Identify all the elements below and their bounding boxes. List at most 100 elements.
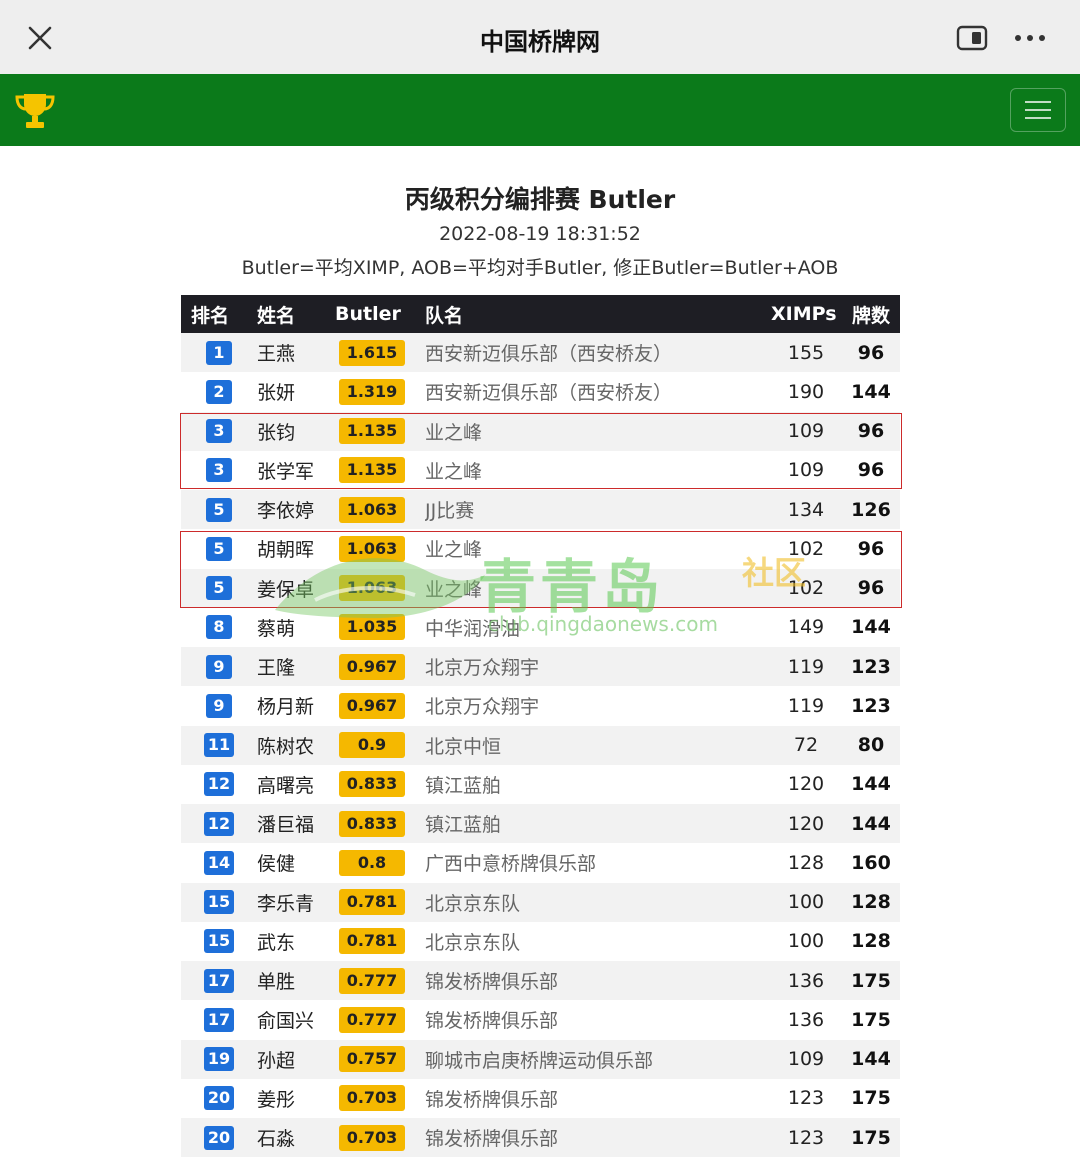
table-row[interactable]: 17 单胜 0.777 锦发桥牌俱乐部 136 175 0.1 [181,961,900,1001]
header-team[interactable]: 队名 [425,295,771,333]
table-row[interactable]: 1 王燕 1.615 西安新迈俱乐部（西安桥友） 155 96 -0. [181,333,900,373]
player-name[interactable]: 孙超 [257,1040,329,1079]
team-name[interactable]: 聊城市启庚桥牌运动俱乐部 [425,1040,771,1079]
player-name[interactable]: 张学军 [257,451,329,490]
player-name[interactable]: 高曙亮 [257,765,329,804]
rank-cell: 12 [181,765,257,804]
team-name[interactable]: 业之峰 [425,412,771,451]
header-boards[interactable]: 牌数 [841,295,900,333]
team-name[interactable]: 北京京东队 [425,922,771,961]
table-row[interactable]: 14 侯健 0.8 广西中意桥牌俱乐部 128 160 -0. [181,843,900,883]
player-name[interactable]: 石淼 [257,1118,329,1157]
ximps-value: 72 [793,734,819,757]
table-row[interactable]: 15 武东 0.781 北京京东队 100 128 -0. [181,921,900,961]
team-name[interactable]: 北京万众翔宇 [425,686,771,725]
table-row[interactable]: 20 石淼 0.703 锦发桥牌俱乐部 123 175 -( [181,1118,900,1158]
boards-value: 175 [851,1126,891,1149]
butler-score-badge: 0.9 [339,732,405,759]
player-name[interactable]: 侯健 [257,843,329,882]
menu-toggle-button[interactable] [1010,88,1066,132]
player-name[interactable]: 王燕 [257,333,329,372]
header-rank[interactable]: 排名 [181,295,257,333]
player-name[interactable]: 姜彤 [257,1079,329,1118]
player-name[interactable]: 李依婷 [257,490,329,529]
butler-cell: 0.967 [329,686,425,725]
rank-cell: 1 [181,333,257,372]
player-name[interactable]: 蔡萌 [257,608,329,647]
table-row[interactable]: 12 高曙亮 0.833 镇江蓝舶 120 144 -( [181,764,900,804]
team-name[interactable]: 北京万众翔宇 [425,647,771,686]
table-row[interactable]: 2 张妍 1.319 西安新迈俱乐部（西安桥友） 190 144 0.( [181,372,900,412]
team-name[interactable]: 业之峰 [425,451,771,490]
table-row[interactable]: 20 姜彤 0.703 锦发桥牌俱乐部 123 175 -( [181,1078,900,1118]
player-name[interactable]: 张钧 [257,412,329,451]
table-row[interactable]: 17 俞国兴 0.777 锦发桥牌俱乐部 136 175 0.1 [181,1000,900,1040]
table-row[interactable]: 3 张钧 1.135 业之峰 109 96 0.1 [181,411,900,451]
more-options-icon[interactable] [1010,26,1050,50]
minimize-window-icon[interactable] [956,24,988,52]
table-row[interactable]: 3 张学军 1.135 业之峰 109 96 0.1 [181,450,900,490]
team-name[interactable]: 锦发桥牌俱乐部 [425,1000,771,1039]
team-name[interactable]: 锦发桥牌俱乐部 [425,961,771,1000]
boards-value: 128 [851,930,891,953]
team-name[interactable]: 锦发桥牌俱乐部 [425,1118,771,1157]
butler-cell: 1.063 [329,569,425,608]
table-row[interactable]: 19 孙超 0.757 聊城市启庚桥牌运动俱乐部 109 144 -0. [181,1039,900,1079]
butler-score-badge: 0.777 [339,967,405,994]
player-name[interactable]: 俞国兴 [257,1000,329,1039]
butler-cell: 1.615 [329,333,425,372]
ximps-value: 100 [787,930,825,953]
team-name[interactable]: JJ比赛 [425,490,771,529]
table-row[interactable]: 5 李依婷 1.063 JJ比赛 134 126 -0. [181,490,900,530]
ximps-value: 109 [787,1048,825,1071]
trophy-icon[interactable] [14,90,56,132]
formula-note: Butler=平均XIMP, AOB=平均对手Butler, 修正Butler=… [241,257,839,279]
team-name[interactable]: 镇江蓝舶 [425,765,771,804]
rank-badge: 19 [203,1047,235,1072]
team-name[interactable]: 锦发桥牌俱乐部 [425,1079,771,1118]
player-name[interactable]: 武东 [257,922,329,961]
team-name[interactable]: 北京京东队 [425,883,771,922]
rank-badge: 9 [206,654,232,679]
ranking-table-container[interactable]: 排名 姓名 Butler 队名 XIMPs 牌数 A 1 王燕 1.615 西安… [181,295,900,1161]
table-row[interactable]: 9 王隆 0.967 北京万众翔宇 119 123 -0. [181,647,900,687]
team-name[interactable]: 北京中恒 [425,726,771,765]
butler-score-badge: 0.781 [339,889,405,916]
watermark-suffix: 社区 [742,554,807,592]
header-ximps[interactable]: XIMPs [771,295,841,333]
butler-score-badge: 1.063 [339,575,405,602]
team-name[interactable]: 广西中意桥牌俱乐部 [425,843,771,882]
player-name[interactable]: 陈树农 [257,726,329,765]
player-name[interactable]: 姜保卓 [257,569,329,608]
rank-badge: 12 [203,811,235,836]
team-name[interactable]: 西安新迈俱乐部（西安桥友） [425,333,771,372]
butler-cell: 0.777 [329,961,425,1000]
butler-score-badge: 1.135 [339,418,405,445]
butler-score-badge: 0.833 [339,771,405,798]
rank-cell: 5 [181,490,257,529]
player-name[interactable]: 胡朝晖 [257,529,329,568]
team-name[interactable]: 镇江蓝舶 [425,804,771,843]
ximps-value: 109 [787,459,825,482]
rank-cell: 20 [181,1118,257,1157]
boards-value: 123 [851,694,891,717]
player-name[interactable]: 李乐青 [257,883,329,922]
ximps-value: 155 [787,341,825,364]
butler-cell: 1.063 [329,529,425,568]
player-name[interactable]: 单胜 [257,961,329,1000]
player-name[interactable]: 杨月新 [257,686,329,725]
header-butler[interactable]: Butler [329,295,425,333]
header-name[interactable]: 姓名 [257,295,329,333]
table-row[interactable]: 9 杨月新 0.967 北京万众翔宇 119 123 -0. [181,686,900,726]
team-name[interactable]: 西安新迈俱乐部（西安桥友） [425,372,771,411]
table-row[interactable]: 12 潘巨福 0.833 镇江蓝舶 120 144 -( [181,804,900,844]
hamburger-line [1025,109,1051,111]
player-name[interactable]: 潘巨福 [257,804,329,843]
rank-cell: 9 [181,647,257,686]
player-name[interactable]: 张妍 [257,372,329,411]
player-name[interactable]: 王隆 [257,647,329,686]
ximps-value: 190 [787,380,825,403]
site-header [0,74,1080,146]
table-row[interactable]: 15 李乐青 0.781 北京京东队 100 128 -0. [181,882,900,922]
table-row[interactable]: 11 陈树农 0.9 北京中恒 72 80 0.: [181,725,900,765]
